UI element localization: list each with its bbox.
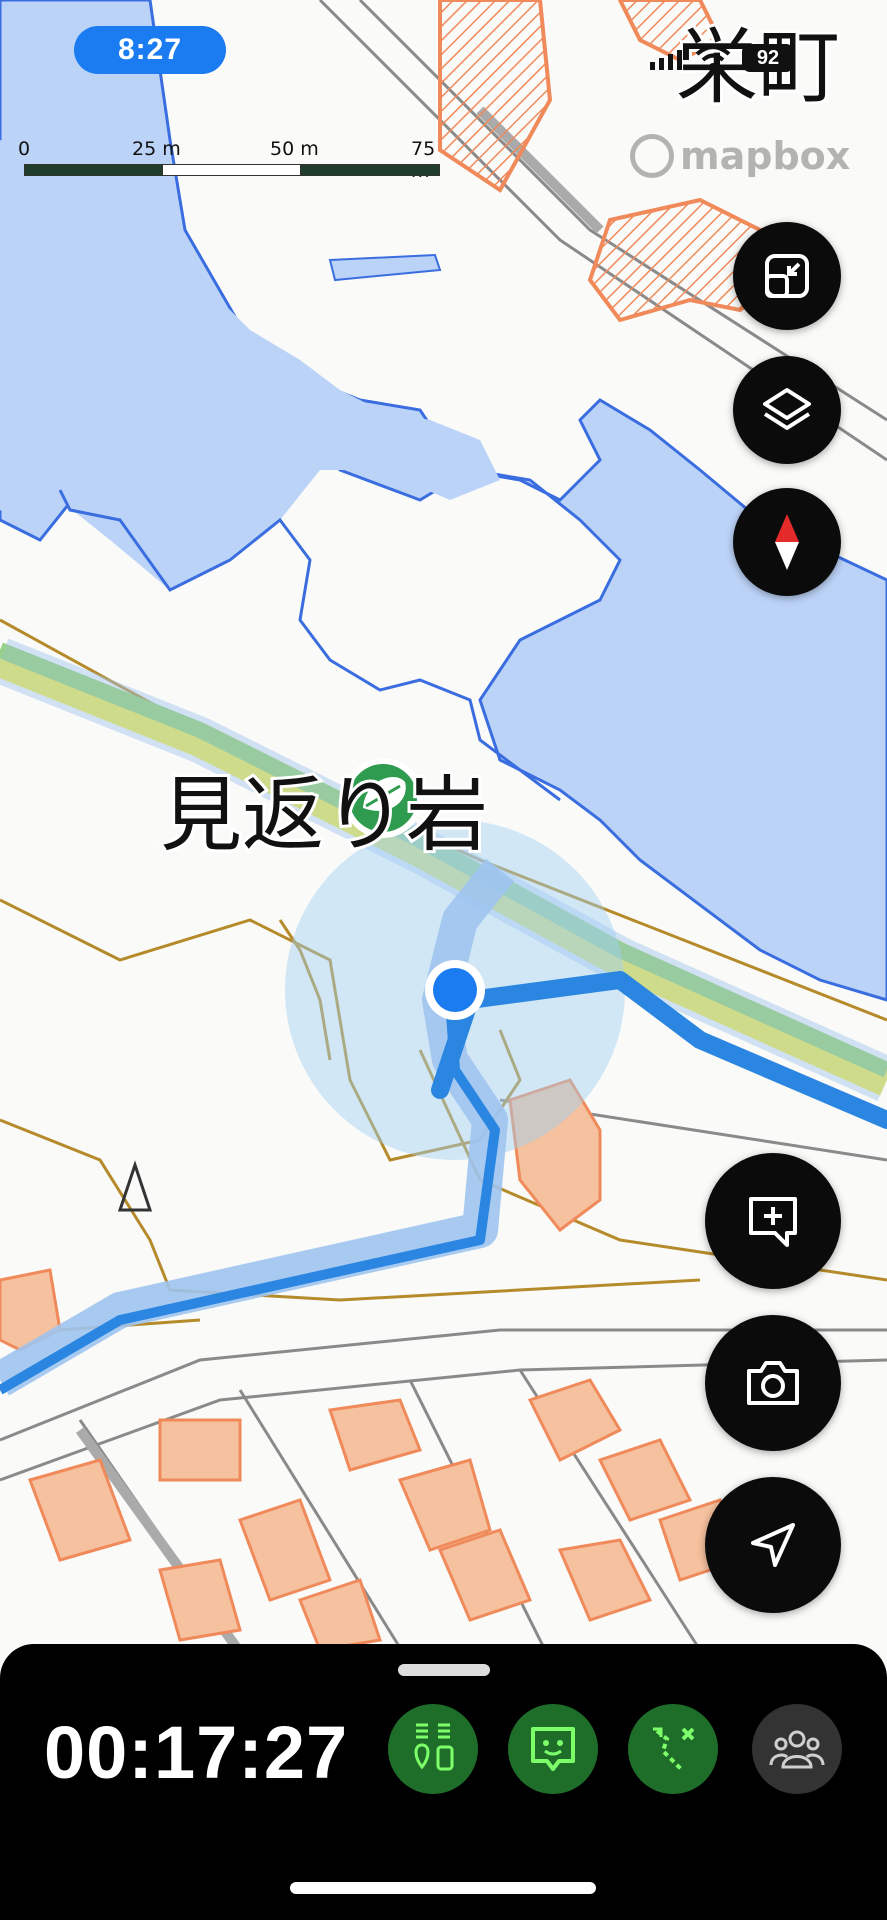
navigation-arrow-icon [751, 1523, 795, 1567]
layers-button[interactable] [733, 356, 841, 464]
home-indicator [290, 1882, 596, 1894]
signal-icon [650, 50, 682, 70]
collapse-icon [765, 254, 809, 298]
drag-handle[interactable] [398, 1664, 490, 1676]
compass-icon [775, 514, 799, 570]
compass-button[interactable] [733, 488, 841, 596]
route-button[interactable] [628, 1704, 718, 1794]
group-button[interactable] [752, 1704, 842, 1794]
scale-tick: 50 m [270, 138, 319, 160]
camera-icon [747, 1361, 799, 1405]
scale-segment [300, 164, 440, 176]
scale-bar: 0 25 m 50 m 75 m [18, 130, 440, 190]
scale-tick: 0 [18, 138, 31, 160]
route-icon [653, 1727, 695, 1771]
locate-button[interactable] [705, 1477, 841, 1613]
status-indicators: 92 [650, 38, 870, 78]
fit-view-button[interactable] [733, 222, 841, 330]
status-time: 8:27 [74, 26, 226, 74]
scale-segment [24, 164, 164, 176]
scale-tick: 25 m [132, 138, 181, 160]
elapsed-timer: 00:17:27 [44, 1711, 349, 1794]
layers-icon [763, 388, 811, 430]
battery-indicator: 92 [742, 44, 794, 72]
mapbox-attribution[interactable]: mapbox [630, 134, 850, 178]
place-label[interactable]: 見返り岩 [157, 748, 491, 867]
mapbox-wordmark: mapbox [680, 134, 851, 178]
camera-button[interactable] [705, 1315, 841, 1451]
chat-face-icon [531, 1727, 575, 1771]
group-icon [769, 1730, 825, 1769]
people-pin-button[interactable] [388, 1704, 478, 1794]
chat-face-button[interactable] [508, 1704, 598, 1794]
mapbox-logo-icon [630, 134, 674, 178]
add-note-icon [749, 1197, 797, 1247]
add-note-button[interactable] [705, 1153, 841, 1289]
bottom-panel: 00:17:27 [0, 1644, 887, 1920]
user-location-dot-core [433, 968, 477, 1012]
people-pin-icon [414, 1723, 454, 1771]
wifi-icon [695, 45, 731, 71]
scale-segment [162, 164, 302, 176]
